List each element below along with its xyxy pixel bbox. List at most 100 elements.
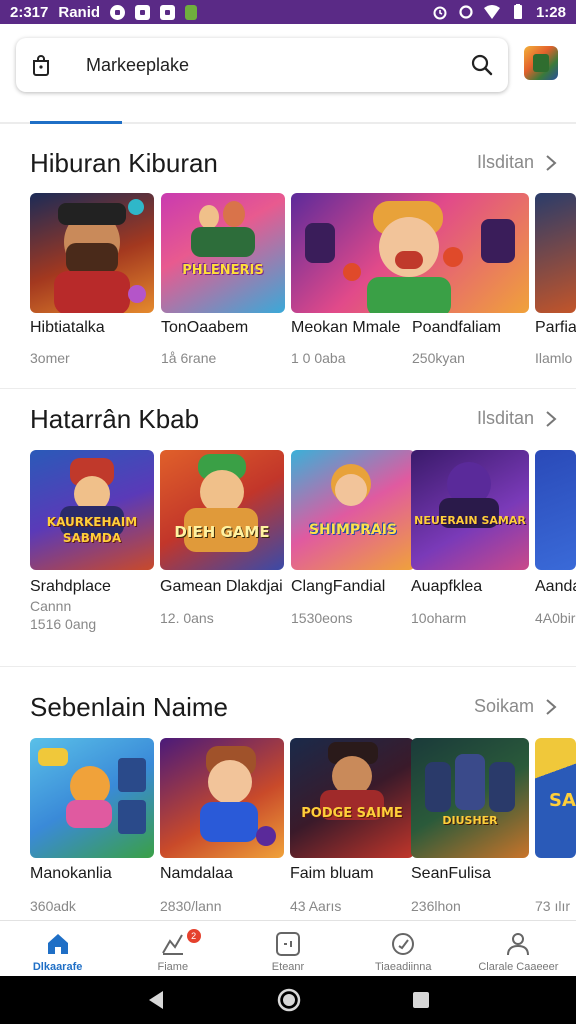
game-title: Auapfklea bbox=[411, 578, 483, 595]
game-thumbnail bbox=[535, 193, 576, 313]
avatar[interactable] bbox=[524, 46, 558, 80]
game-card[interactable]: SHIMPRAIS ClangFandial 1530eons bbox=[291, 450, 415, 626]
game-thumbnail: NEUERAIN SAMAR bbox=[411, 450, 529, 570]
game-art-text: PHLENERIS bbox=[182, 263, 264, 278]
game-meta: 1530eons bbox=[291, 610, 353, 626]
game-meta: 12. 0ans bbox=[160, 610, 214, 626]
game-art-text: KAURKEHAIM SABMDA bbox=[46, 515, 138, 545]
see-all-link[interactable]: Ilsditan bbox=[477, 152, 558, 173]
game-meta: Cannn bbox=[30, 598, 72, 614]
nav-item-games[interactable]: 2 Fiame bbox=[115, 921, 230, 976]
game-card[interactable]: SA 73 ılır bbox=[535, 738, 576, 914]
section-3: Sebenlain Naime Soikam Manokanlia 360adk… bbox=[0, 684, 576, 920]
nav-item-profile[interactable]: Clarale Caaeeer bbox=[461, 921, 576, 976]
game-card[interactable]: DIUSHER SeanFulisa 236lhon bbox=[411, 738, 529, 914]
game-meta: Ilamlo bbox=[535, 350, 573, 366]
game-title: Hibtiatalka bbox=[30, 319, 105, 336]
bottom-nav: Dlkaarafe 2 Fiame Eteanr Tiaeadiinna Cla… bbox=[0, 920, 576, 976]
game-title: Gamean Dlakdjai bbox=[160, 578, 283, 595]
game-card[interactable]: Hibtiatalka 3omer bbox=[30, 193, 154, 366]
game-meta: 3omer bbox=[30, 350, 70, 366]
notification-icon bbox=[135, 4, 151, 20]
home-icon bbox=[47, 934, 68, 954]
battery-saver-icon bbox=[185, 4, 198, 20]
game-thumbnail: PHLENERIS bbox=[161, 193, 285, 313]
game-card[interactable]: KAURKEHAIM SABMDA Srahdplace Cannn 1516 … bbox=[30, 450, 154, 632]
game-thumbnail: SHIMPRAIS bbox=[291, 450, 415, 570]
game-title: Poandfaliam bbox=[412, 319, 501, 336]
game-title: ClangFandial bbox=[291, 578, 386, 595]
game-thumbnail: SA bbox=[535, 738, 576, 858]
game-art-text: NEUERAIN SAMAR bbox=[414, 514, 526, 527]
game-meta: 73 ılır bbox=[535, 898, 571, 914]
nav-item-play[interactable]: Eteanr bbox=[230, 921, 345, 976]
game-thumbnail: DIUSHER bbox=[411, 738, 529, 858]
game-thumbnail bbox=[535, 450, 576, 570]
section-title: Hatarrân Kbab bbox=[30, 404, 200, 434]
wifi-icon bbox=[483, 5, 500, 19]
notification-badge: 2 bbox=[186, 929, 201, 943]
section-divider bbox=[0, 388, 576, 389]
see-all-link[interactable]: Ilsditan bbox=[477, 408, 558, 429]
section-1: Hiburan Kiburan Ilsditan Hibtiatalka 3om… bbox=[0, 140, 576, 390]
game-title: Parfia bbox=[535, 319, 576, 336]
recents-icon[interactable] bbox=[411, 990, 431, 1010]
status-time-right: 1:28 bbox=[535, 3, 566, 21]
battery-icon bbox=[513, 4, 522, 19]
game-thumbnail bbox=[160, 738, 284, 858]
see-all-label: Ilsditan bbox=[476, 152, 534, 172]
game-title: Meokan Mmale bbox=[291, 319, 401, 336]
game-art-text: PODGE SAIME bbox=[301, 806, 403, 821]
system-navigation-bar bbox=[0, 976, 576, 1024]
game-title: Manokanlia bbox=[30, 865, 112, 882]
game-title: Aanda bbox=[535, 578, 576, 595]
active-tab-indicator bbox=[30, 121, 122, 124]
game-art-text: SA bbox=[549, 790, 576, 811]
see-all-link[interactable]: Soikam bbox=[474, 696, 558, 717]
search-bar[interactable]: Markeeplake bbox=[16, 38, 508, 92]
chevron-right-icon bbox=[546, 698, 557, 715]
game-thumbnail: KAURKEHAIM SABMDA bbox=[30, 450, 154, 570]
section-divider bbox=[0, 666, 576, 667]
nav-item-home[interactable]: Dlkaarafe bbox=[0, 921, 115, 976]
game-title: Faim bluam bbox=[290, 865, 374, 882]
home-button-icon[interactable] bbox=[277, 988, 301, 1012]
chevron-right-icon bbox=[546, 410, 557, 427]
see-all-label: Soikam bbox=[473, 696, 534, 716]
game-title: Srahdplace bbox=[30, 578, 111, 595]
game-card[interactable]: DIEH GAME Gamean Dlakdjai 12. 0ans bbox=[160, 450, 284, 626]
game-card[interactable]: NEUERAIN SAMAR Auapfklea 10oharm bbox=[411, 450, 529, 626]
person-icon bbox=[507, 933, 530, 956]
tab-strip bbox=[0, 121, 576, 124]
status-carrier: Ranid bbox=[58, 3, 101, 21]
game-thumbnail bbox=[291, 193, 529, 313]
game-card[interactable]: Parfia Ilamlo bbox=[535, 193, 576, 366]
game-card[interactable]: PODGE SAIME Faim bluam 43 Aarıs bbox=[290, 738, 414, 914]
game-card[interactable]: PHLENERIS TonOaabem 1å 6rane bbox=[161, 193, 285, 366]
nav-item-activity[interactable]: Tiaeadiinna bbox=[346, 921, 461, 976]
status-left: 2:317 Ranid bbox=[10, 3, 198, 21]
nav-label: Clarale Caaeeer bbox=[478, 961, 559, 973]
alarm-icon bbox=[433, 6, 447, 20]
game-title: SeanFulisa bbox=[411, 865, 492, 882]
chart-icon bbox=[161, 934, 183, 955]
gamepad-icon bbox=[276, 932, 300, 956]
game-card[interactable]: Meokan Mmale 1 0 0aba Poandfaliam 250kya… bbox=[291, 193, 529, 366]
search-icon[interactable] bbox=[470, 53, 494, 77]
nav-label: Fiame bbox=[157, 961, 189, 973]
game-card[interactable]: Namdalaa 2830/lann bbox=[160, 738, 284, 914]
game-thumbnail: PODGE SAIME bbox=[290, 738, 414, 858]
game-card[interactable]: Manokanlia 360adk bbox=[30, 738, 154, 914]
game-meta: 360adk bbox=[30, 898, 76, 914]
game-card[interactable]: Aanda 4A0bir bbox=[535, 450, 576, 626]
notification-icon bbox=[160, 4, 176, 20]
game-title: TonOaabem bbox=[161, 319, 249, 336]
notification-icon bbox=[110, 4, 126, 20]
clock-icon bbox=[392, 933, 415, 955]
game-title: Namdalaa bbox=[160, 865, 233, 882]
game-meta: 236lhon bbox=[411, 898, 461, 914]
game-meta: 1 0 0aba bbox=[291, 350, 346, 366]
back-icon[interactable] bbox=[145, 989, 167, 1011]
chevron-right-icon bbox=[546, 154, 557, 171]
nav-label: Eteanr bbox=[271, 961, 305, 973]
